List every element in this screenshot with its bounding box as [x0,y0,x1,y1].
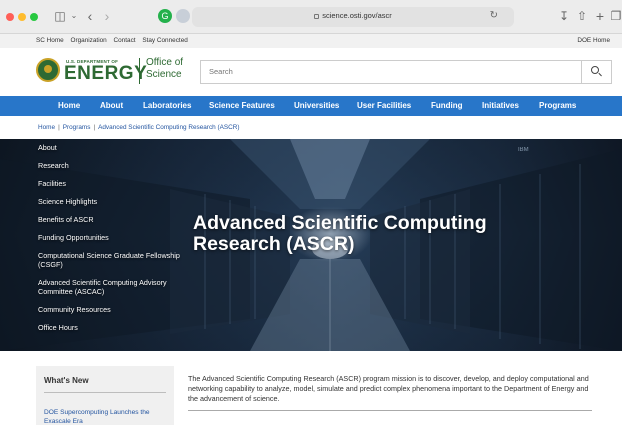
nav-item-initiatives[interactable]: Initiatives [482,101,519,110]
breadcrumb-current[interactable]: Advanced Scientific Computing Research (… [98,124,239,131]
whats-new-panel: What's New DOE Supercomputing Launches t… [36,366,174,425]
side-nav-about[interactable]: About [38,143,188,152]
doe-home-link[interactable]: DOE Home [577,37,610,44]
nav-item-about[interactable]: About [100,101,123,110]
breadcrumb-programs[interactable]: Programs [63,124,91,131]
search-box [200,60,612,84]
nav-item-universities[interactable]: Universities [294,101,339,110]
logo-office-line1: Office of [146,57,184,68]
search-button[interactable] [581,61,611,83]
whats-new-title: What's New [44,376,89,385]
nav-item-science-features[interactable]: Science Features [209,101,275,110]
page-title: Advanced Scientific Computing Research (… [193,212,487,255]
side-nav-ascac[interactable]: Advanced Scientific Computing Advisory C… [38,278,188,296]
util-link-sc-home[interactable]: SC Home [36,37,64,44]
zoom-window-button[interactable] [30,13,38,21]
tab-overview-icon[interactable]: ❐ [608,8,622,24]
util-link-stay-connected[interactable]: Stay Connected [142,37,187,44]
breadcrumb: Home | Programs | Advanced Scientific Comput… [38,124,239,131]
chevron-down-icon[interactable]: ⌄ [66,8,82,24]
url-text: science.osti.gov/ascr [322,11,392,20]
grammarly-extension-icon[interactable]: G [158,9,172,23]
side-nav-benefits[interactable]: Benefits of ASCR [38,215,188,224]
reload-icon[interactable]: ↻ [490,10,498,21]
nav-item-home[interactable]: Home [58,101,80,110]
lock-icon [314,13,320,19]
forward-button[interactable]: › [99,8,115,24]
extension-icon[interactable] [176,9,190,23]
nav-item-funding[interactable]: Funding [431,101,463,110]
search-icon [591,66,599,74]
logo-energy-text[interactable]: ENERGY [64,63,147,85]
main-nav: Home About Laboratories Science Features… [0,96,622,116]
section-side-nav: About Research Facilities Science Highli… [38,143,188,341]
share-icon[interactable]: ⇧ [574,8,590,24]
breadcrumb-separator: | [93,124,96,131]
office-of-science-logo[interactable]: Office of Science [146,57,183,81]
whats-new-link[interactable]: DOE Supercomputing Launches the Exascale… [44,408,172,425]
side-nav-funding-opportunities[interactable]: Funding Opportunities [38,233,188,242]
side-nav-facilities[interactable]: Facilities [38,179,188,188]
new-tab-button[interactable]: + [592,8,608,24]
download-icon[interactable]: ↧ [556,8,572,24]
side-nav-research[interactable]: Research [38,161,188,170]
side-nav-science-highlights[interactable]: Science Highlights [38,197,188,206]
logo-office-line2: Science [146,69,182,80]
nav-item-programs[interactable]: Programs [539,101,576,110]
browser-toolbar: ◫ ⌄ ‹ › G science.osti.gov/ascr ↻ ↧ ⇧ + … [0,0,622,34]
side-nav-community-resources[interactable]: Community Resources [38,305,188,314]
address-bar[interactable]: science.osti.gov/ascr ↻ [192,7,514,27]
mission-text: The Advanced Scientific Computing Resear… [188,374,589,403]
site-header: U.S. DEPARTMENT OF ENERGY Office of Scie… [0,48,622,96]
minimize-window-button[interactable] [18,13,26,21]
util-link-contact[interactable]: Contact [114,37,136,44]
breadcrumb-home[interactable]: Home [38,124,55,131]
nav-item-user-facilities[interactable]: User Facilities [357,101,411,110]
hero-banner: IBM About Research Facilities Science Hi… [0,139,622,351]
search-input[interactable] [209,67,569,76]
util-link-organization[interactable]: Organization [70,37,106,44]
close-window-button[interactable] [6,13,14,21]
side-nav-office-hours[interactable]: Office Hours [38,323,188,332]
rack-brand-label: IBM [518,147,529,153]
content-divider [188,410,592,411]
logo-divider [139,58,140,84]
breadcrumb-separator: | [58,124,60,131]
nav-item-laboratories[interactable]: Laboratories [143,101,191,110]
utility-bar: SC Home Organization Contact Stay Connec… [0,34,622,48]
doe-seal-icon[interactable] [36,58,60,82]
back-button[interactable]: ‹ [82,8,98,24]
whats-new-divider [44,392,166,393]
side-nav-csgf[interactable]: Computational Science Graduate Fellowshi… [38,251,188,269]
